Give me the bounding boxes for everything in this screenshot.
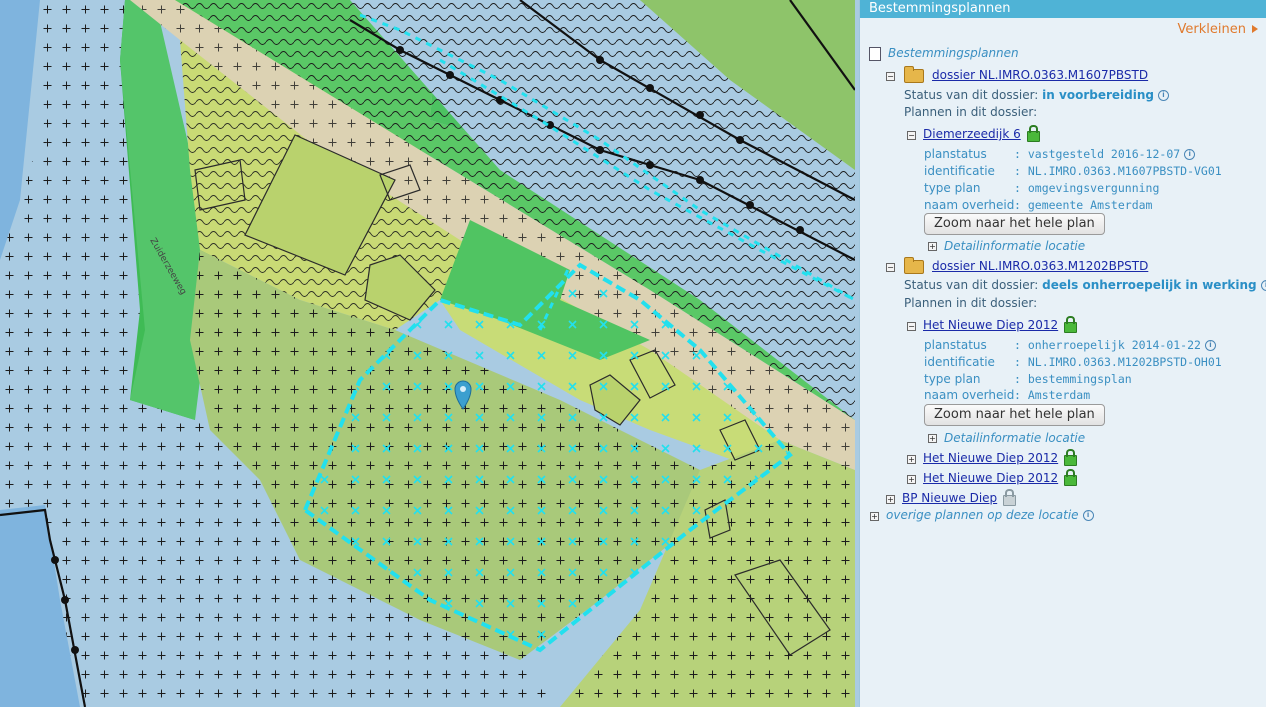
prop-value: : NL.IMRO.0363.M1202BPSTD-OH01 [1014,355,1222,369]
document-icon [869,46,881,61]
prop-key: identificatie [924,164,995,178]
prop-row: identificatie : NL.IMRO.0363.M1607PBSTD-V… [924,164,1222,178]
detail-info-link[interactable]: Detailinformatie locatie [944,431,1085,445]
plans-panel: Bestemmingsplannen Verkleinen Bestemming… [860,0,1266,707]
lock-icon [1026,125,1040,142]
expand-toggle-icon[interactable]: + [928,434,937,443]
prop-key: naam overheid [924,388,1015,402]
prop-key: naam overheid [924,198,1015,212]
other-plans[interactable]: overige plannen op deze locatie i [886,508,1094,522]
plan-extra-2[interactable]: Het Nieuwe Diep 2012 [923,469,1078,486]
prop-row: identificatie : NL.IMRO.0363.M1202BPSTD-O… [924,355,1222,369]
bp-nieuwe-diep[interactable]: BP Nieuwe Diep [902,489,1017,506]
dossier-1-status: Status van dit dossier: in voorbereiding… [904,88,1169,102]
prop-row: naam overheid: Amsterdam [924,388,1090,402]
dossier-1[interactable]: dossier NL.IMRO.0363.M1607PBSTD [904,65,1148,83]
plan-diemerzeedijk[interactable]: Diemerzeedijk 6 [923,125,1040,142]
prop-key: planstatus [924,147,987,161]
expand-toggle-icon[interactable]: + [907,475,916,484]
plan-link[interactable]: Diemerzeedijk 6 [923,127,1021,141]
collapse-button[interactable]: Verkleinen [1178,22,1258,37]
collapse-toggle-icon[interactable]: − [907,131,916,140]
lock-icon [1064,449,1078,466]
prop-key: identificatie [924,355,995,369]
collapse-label: Verkleinen [1177,22,1246,37]
status-value: deels onherroepelijk in werking [1042,278,1257,292]
prop-value: : omgevingsvergunning [1014,181,1160,195]
info-icon[interactable]: i [1204,340,1216,351]
detail-info-link[interactable]: Detailinformatie locatie [944,239,1085,253]
expand-toggle-icon[interactable]: + [870,512,879,521]
folder-icon [904,65,924,83]
dossier-2-link[interactable]: dossier NL.IMRO.0363.M1202BPSTD [932,259,1148,273]
plans-label: Plannen in dit dossier: [904,296,1038,310]
status-label: Status van dit dossier: [904,278,1039,292]
expand-toggle-icon[interactable]: + [928,242,937,251]
plan-link[interactable]: Het Nieuwe Diep 2012 [923,471,1058,485]
prop-key: type plan [924,181,981,195]
collapse-toggle-icon[interactable]: − [907,322,916,331]
prop-key: planstatus [924,338,987,352]
plan-link[interactable]: Het Nieuwe Diep 2012 [923,451,1058,465]
expand-toggle-icon[interactable]: + [886,495,895,504]
prop-value: : gemeente Amsterdam [1014,198,1153,212]
panel-title: Bestemmingsplannen [869,1,1011,16]
prop-key: type plan [924,372,981,386]
prop-value: : Amsterdam [1014,388,1091,402]
status-value: in voorbereiding [1042,88,1154,102]
detail-label[interactable]: Detailinformatie locatie [944,431,1085,445]
expand-toggle-icon[interactable]: + [907,455,916,464]
prop-value: : onherroepelijk 2014-01-22 [1014,338,1201,352]
triangle-right-icon [1252,25,1258,33]
prop-row: type plan : bestemmingsplan [924,372,1132,386]
prop-row: type plan : omgevingsvergunning [924,181,1159,195]
zoom-plan-button[interactable]: Zoom naar het hele plan [924,404,1105,426]
prop-value: : NL.IMRO.0363.M1607PBSTD-VG01 [1014,164,1222,178]
detail-label[interactable]: Detailinformatie locatie [944,239,1085,253]
tree-root-label: Bestemmingsplannen [888,46,1019,60]
dossier-2-plans-label: Plannen in dit dossier: [904,296,1037,310]
other-plans-label[interactable]: overige plannen op deze locatie [886,508,1079,522]
folder-icon [904,256,924,274]
prop-row: naam overheid: gemeente Amsterdam [924,198,1152,212]
collapse-toggle-icon[interactable]: − [886,263,895,272]
dossier-1-plans-label: Plannen in dit dossier: [904,105,1037,119]
prop-row: planstatus : vastgesteld 2016-12-07 i [924,147,1196,161]
plans-label: Plannen in dit dossier: [904,105,1038,119]
zoom-plan-button[interactable]: Zoom naar het hele plan [924,213,1105,235]
panel-header: Bestemmingsplannen [860,0,1266,18]
lock-icon [1003,489,1017,506]
prop-row: planstatus : onherroepelijk 2014-01-22 i [924,338,1216,352]
plan-link[interactable]: Het Nieuwe Diep 2012 [923,318,1058,332]
dossier-2-status: Status van dit dossier: deels onherroepe… [904,278,1266,292]
info-icon[interactable]: i [1082,510,1094,521]
prop-value: : vastgesteld 2016-12-07 [1014,147,1181,161]
collapse-toggle-icon[interactable]: − [886,72,895,81]
info-icon[interactable]: i [1157,90,1169,101]
info-icon[interactable]: i [1184,149,1196,160]
status-label: Status van dit dossier: [904,88,1039,102]
dossier-2[interactable]: dossier NL.IMRO.0363.M1202BPSTD [904,256,1148,274]
lock-icon [1064,316,1078,333]
tree-root[interactable]: Bestemmingsplannen [869,46,1019,61]
prop-value: : bestemmingsplan [1014,372,1132,386]
lock-icon [1064,469,1078,486]
bp-link[interactable]: BP Nieuwe Diep [902,491,997,505]
plan-extra-1[interactable]: Het Nieuwe Diep 2012 [923,449,1078,466]
info-icon[interactable]: i [1260,280,1266,291]
dossier-1-link[interactable]: dossier NL.IMRO.0363.M1607PBSTD [932,68,1148,82]
plan-nieuwe-diep[interactable]: Het Nieuwe Diep 2012 [923,316,1078,333]
